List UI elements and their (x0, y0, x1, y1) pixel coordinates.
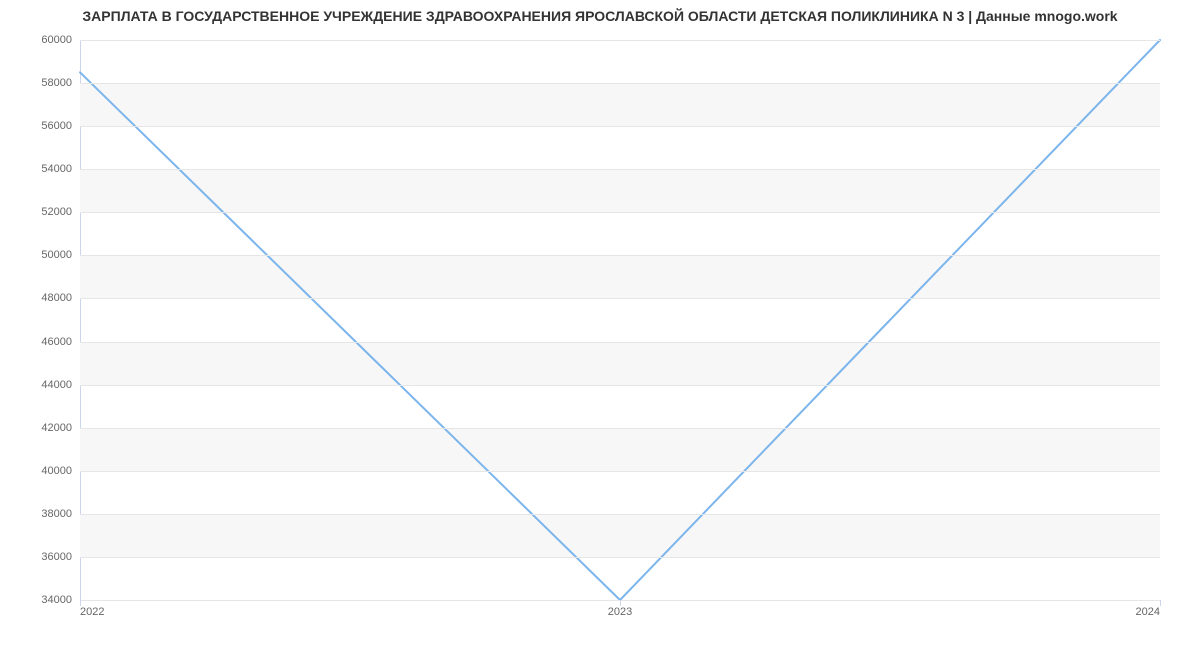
y-tick-label: 36000 (41, 551, 80, 563)
plot-area: 3400036000380004000042000440004600048000… (80, 40, 1160, 601)
y-tick-label: 40000 (41, 465, 80, 477)
y-gridline (80, 471, 1160, 472)
y-tick-label: 34000 (41, 594, 80, 606)
chart-title: ЗАРПЛАТА В ГОСУДАРСТВЕННОЕ УЧРЕЖДЕНИЕ ЗД… (0, 8, 1200, 24)
x-tick-label: 2022 (80, 600, 104, 618)
y-gridline (80, 428, 1160, 429)
y-gridline (80, 514, 1160, 515)
series-line (80, 40, 1160, 600)
y-tick-label: 44000 (41, 379, 80, 391)
y-gridline (80, 40, 1160, 41)
y-gridline (80, 385, 1160, 386)
y-gridline (80, 169, 1160, 170)
line-series (80, 40, 1160, 600)
y-gridline (80, 126, 1160, 127)
x-tick-label: 2023 (608, 600, 632, 618)
line-chart: ЗАРПЛАТА В ГОСУДАРСТВЕННОЕ УЧРЕЖДЕНИЕ ЗД… (0, 0, 1200, 650)
y-tick-label: 58000 (41, 77, 80, 89)
x-tick-label: 2024 (1136, 600, 1160, 618)
y-tick-label: 38000 (41, 508, 80, 520)
y-tick-label: 42000 (41, 422, 80, 434)
y-gridline (80, 342, 1160, 343)
y-tick-label: 50000 (41, 249, 80, 261)
y-tick-label: 54000 (41, 163, 80, 175)
y-tick-label: 56000 (41, 120, 80, 132)
y-tick-label: 52000 (41, 206, 80, 218)
y-gridline (80, 557, 1160, 558)
y-gridline (80, 255, 1160, 256)
y-tick-label: 48000 (41, 292, 80, 304)
x-tick-mark (1160, 600, 1161, 606)
y-gridline (80, 298, 1160, 299)
y-gridline (80, 83, 1160, 84)
y-gridline (80, 212, 1160, 213)
y-tick-label: 46000 (41, 336, 80, 348)
y-tick-label: 60000 (41, 34, 80, 46)
